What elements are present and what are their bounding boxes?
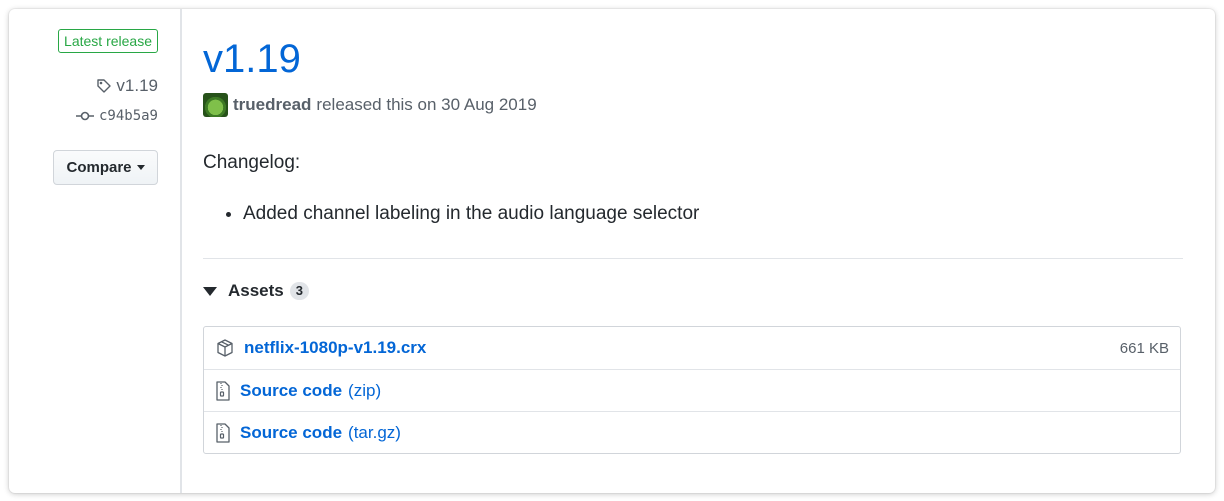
release-main: v1.19 truedread released this on 30 Aug … [203, 9, 1183, 493]
source-code-link[interactable]: Source code [240, 381, 342, 401]
avatar[interactable] [203, 93, 228, 117]
commit-sha: c94b5a9 [98, 108, 158, 124]
file-zip-icon [215, 380, 231, 401]
file-zip-icon [215, 422, 231, 443]
triangle-down-icon [203, 286, 217, 296]
archive-format[interactable]: (tar.gz) [348, 423, 401, 443]
divider [203, 258, 1183, 259]
release-meta: truedread released this on 30 Aug 2019 [203, 93, 537, 117]
asset-row-source-targz[interactable]: Source code (tar.gz) [204, 411, 1180, 453]
compare-button[interactable]: Compare [53, 150, 158, 185]
package-icon [215, 338, 235, 358]
tag-name: v1.19 [116, 76, 158, 95]
release-sidebar: Latest release v1.19 c94b5a9 Compare [9, 9, 182, 493]
archive-format[interactable]: (zip) [348, 381, 381, 401]
commit-icon [75, 111, 94, 121]
tag-icon [97, 79, 112, 93]
assets-label: Assets [228, 281, 284, 300]
latest-release-badge: Latest release [58, 29, 158, 53]
tag-link[interactable]: v1.19 [96, 76, 158, 96]
changelog-title: Changelog: [203, 152, 301, 173]
source-code-link[interactable]: Source code [240, 423, 342, 443]
changelog-list: Added channel labeling in the audio lang… [243, 202, 699, 226]
assets-list: netflix-1080p-v1.19.crx 661 KB Source co… [203, 326, 1181, 454]
changelog-item: Added channel labeling in the audio lang… [243, 202, 699, 226]
asset-link[interactable]: netflix-1080p-v1.19.crx [244, 338, 426, 358]
release-title[interactable]: v1.19 [203, 33, 301, 85]
assets-count-badge: 3 [289, 282, 309, 300]
assets-toggle[interactable]: Assets 3 [203, 281, 309, 301]
asset-row-crx[interactable]: netflix-1080p-v1.19.crx 661 KB [204, 327, 1180, 369]
asset-row-source-zip[interactable]: Source code (zip) [204, 369, 1180, 411]
caret-down-icon [136, 165, 145, 170]
released-text: released this on 30 Aug 2019 [316, 95, 537, 114]
release-card: Latest release v1.19 c94b5a9 Compare v1.… [9, 9, 1215, 493]
commit-link[interactable]: c94b5a9 [75, 108, 158, 124]
author-name[interactable]: truedread [233, 95, 311, 115]
asset-size: 661 KB [1119, 339, 1169, 357]
compare-label: Compare [66, 159, 132, 176]
